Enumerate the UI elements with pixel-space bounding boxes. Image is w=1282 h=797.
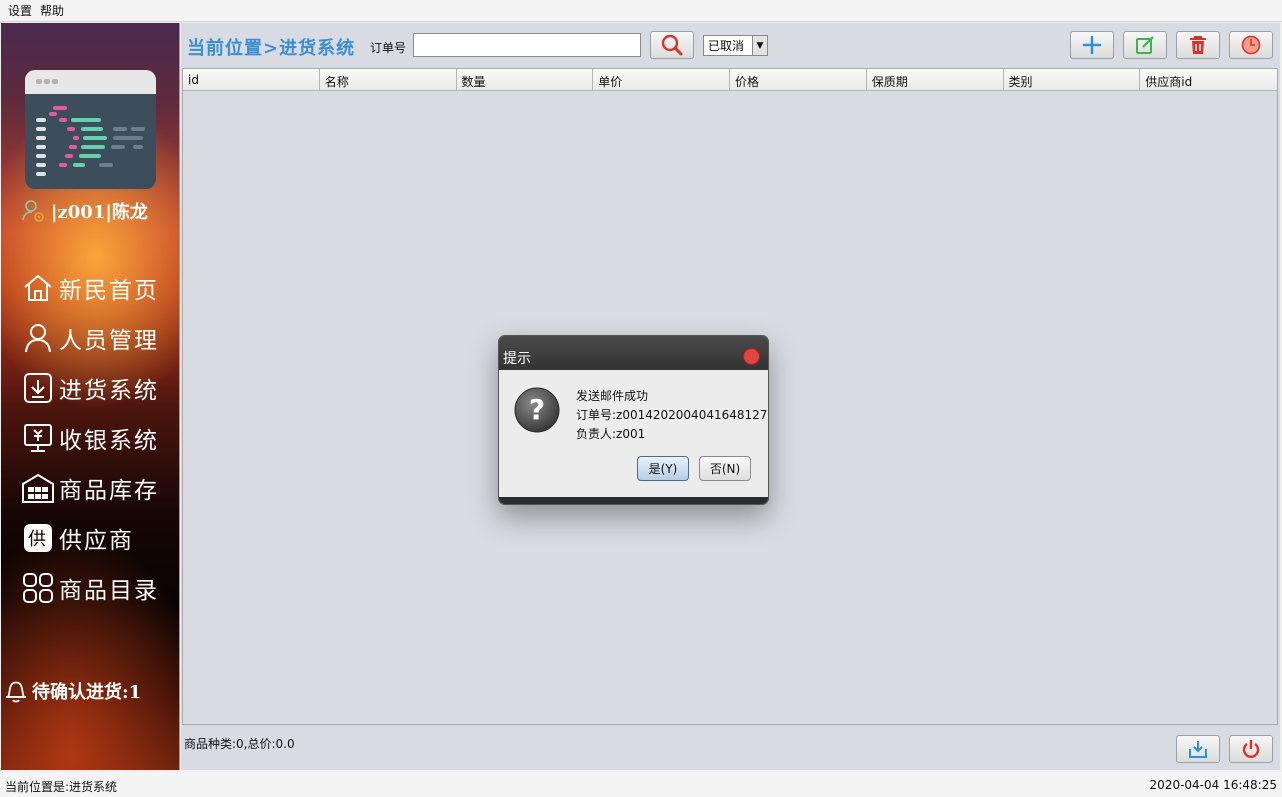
table-header: id 名称 数量 单价 价格 保质期 类别 供应商id: [183, 69, 1277, 91]
column-header[interactable]: 单价: [593, 69, 730, 90]
supplier-icon: 供: [21, 521, 55, 555]
nav-item-supplier[interactable]: 供 供应商: [21, 521, 134, 555]
dialog-line: 负责人:z001: [576, 427, 646, 441]
column-header[interactable]: id: [183, 69, 320, 90]
nav-item-staff[interactable]: 人员管理: [21, 321, 159, 355]
user-label: |z001|陈龙: [51, 202, 148, 223]
column-header[interactable]: 名称: [320, 69, 457, 90]
no-button[interactable]: 否(N): [699, 456, 751, 481]
power-button[interactable]: [1229, 735, 1273, 763]
yes-button[interactable]: 是(Y): [637, 456, 689, 481]
menu-help[interactable]: 帮助: [40, 2, 64, 19]
inbox-download-icon: [1189, 741, 1207, 758]
current-user: |z001|陈龙: [21, 198, 148, 224]
summary-text: 商品种类:0,总价:0.0: [184, 737, 295, 751]
dialog-titlebar: 提示: [499, 336, 768, 370]
nav-label: 新民首页: [59, 278, 159, 304]
history-button[interactable]: [1229, 31, 1273, 59]
message-dialog: 提示 ? 发送邮件成功 订单号:z0014202004041648127 负责人…: [498, 335, 769, 505]
status-select-value: 已取消: [708, 39, 745, 53]
trash-icon: [1190, 36, 1206, 54]
grid-icon: [21, 571, 55, 605]
download-icon: [21, 371, 55, 405]
order-number-input[interactable]: [413, 33, 641, 57]
nav-label: 进货系统: [59, 378, 159, 404]
dialog-message: 发送邮件成功 订单号:z0014202004041648127 负责人:z001: [576, 387, 767, 444]
user-settings-icon: [22, 200, 44, 222]
nav-item-catalog[interactable]: 商品目录: [21, 571, 159, 605]
svg-text:?: ?: [529, 393, 545, 426]
warehouse-icon: [21, 471, 55, 505]
order-number-label: 订单号: [370, 41, 407, 55]
status-select[interactable]: 已取消 ▼: [703, 35, 768, 56]
search-icon: [661, 34, 683, 56]
person-icon: [21, 321, 55, 355]
export-button[interactable]: [1176, 735, 1220, 763]
menu-bar: 设置 帮助: [0, 0, 1282, 22]
question-icon: ?: [513, 386, 561, 434]
column-header[interactable]: 类别: [1004, 69, 1141, 90]
column-header[interactable]: 保质期: [867, 69, 1004, 90]
delete-button[interactable]: [1176, 31, 1220, 59]
nav-label: 收银系统: [59, 428, 159, 454]
dialog-footer: [499, 497, 768, 504]
close-button[interactable]: [743, 348, 760, 365]
edit-icon: [1136, 36, 1154, 54]
status-bar: 当前位置是:进货系统 2020-04-04 16:48:25: [0, 772, 1282, 797]
status-location: 当前位置是:进货系统: [5, 780, 118, 794]
plus-icon: [1082, 35, 1102, 55]
status-datetime: 2020-04-04 16:48:25: [1149, 778, 1277, 792]
nav-item-purchase[interactable]: 进货系统: [21, 371, 159, 405]
nav-label: 供应商: [59, 528, 134, 554]
nav-item-inventory[interactable]: 商品库存: [21, 471, 159, 505]
nav-item-home[interactable]: 新民首页: [21, 271, 159, 305]
column-header[interactable]: 数量: [457, 69, 594, 90]
nav-label: 商品目录: [59, 578, 159, 604]
menu-settings[interactable]: 设置: [8, 2, 32, 19]
page-location: 当前位置>进货系统: [187, 38, 356, 59]
sidebar: |z001|陈龙 新民首页 人员管理 进货系统 收银系统 商品库存 供 供应商 …: [1, 23, 180, 770]
app-logo: [25, 70, 156, 189]
dialog-line: 发送邮件成功: [576, 389, 649, 403]
chevron-down-icon: ▼: [752, 36, 767, 55]
add-button[interactable]: [1070, 31, 1114, 59]
power-icon: [1242, 740, 1260, 758]
edit-button[interactable]: [1123, 31, 1167, 59]
svg-text:供: 供: [28, 529, 48, 550]
home-icon: [21, 271, 55, 305]
dialog-title: 提示: [503, 351, 531, 367]
dialog-line: 订单号:z0014202004041648127: [576, 408, 768, 422]
nav-item-cashier[interactable]: 收银系统: [21, 421, 159, 455]
bell-icon: [6, 681, 26, 703]
pending-purchases[interactable]: 待确认进货:1: [3, 678, 141, 704]
column-header[interactable]: 价格: [730, 69, 867, 90]
cashier-icon: [21, 421, 55, 455]
toolbar: 当前位置>进货系统 订单号 已取消 ▼: [181, 23, 1280, 67]
column-header[interactable]: 供应商id: [1140, 69, 1277, 90]
pending-label: 待确认进货:1: [32, 682, 142, 703]
nav-label: 商品库存: [59, 478, 159, 504]
clock-icon: [1241, 35, 1261, 55]
nav-label: 人员管理: [59, 328, 159, 354]
search-button[interactable]: [650, 31, 694, 59]
